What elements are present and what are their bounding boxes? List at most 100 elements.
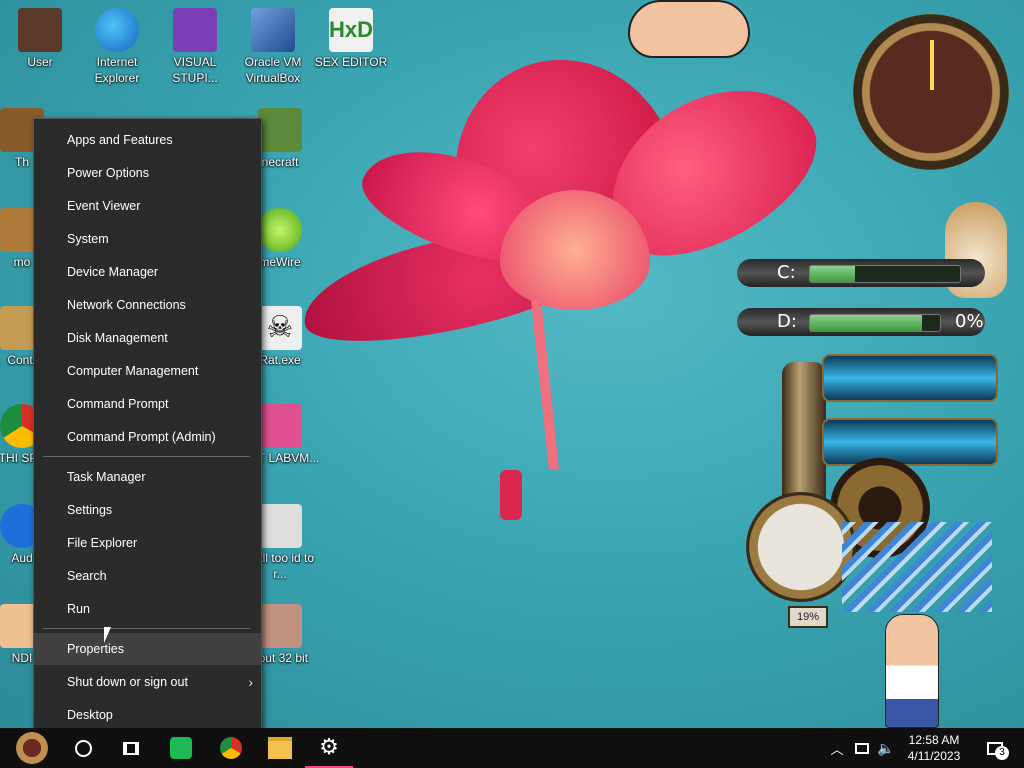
virtualbox-icon (251, 8, 295, 52)
search-circle-icon (74, 739, 92, 757)
minecraft-icon (258, 108, 302, 152)
desktop: User Internet Explorer VISUAL STUPI... O… (0, 0, 1024, 728)
chevron-right-icon: › (248, 674, 253, 690)
menu-item-label: Task Manager (67, 470, 146, 484)
menu-item-label: Search (67, 569, 107, 583)
volume-tray-button[interactable]: 🔈 (874, 728, 898, 768)
tubes (842, 522, 992, 612)
menu-item-label: File Explorer (67, 536, 138, 550)
clock-widget[interactable] (853, 14, 1009, 170)
drive-d-percent: 0% (955, 311, 984, 332)
menu-item-label: Power Options (67, 166, 149, 180)
hex-editor-icon: HxD (329, 8, 373, 52)
drive-c-gauge[interactable]: C: (737, 259, 985, 287)
taskbar-messages-app[interactable] (157, 728, 205, 768)
folder-icon (268, 737, 292, 759)
show-hidden-icons-button[interactable]: ︿ (826, 728, 848, 768)
menu-item-label: Command Prompt (Admin) (67, 430, 216, 444)
volume-muted-icon: 🔈 (877, 739, 895, 756)
drive-d-fill (810, 315, 922, 331)
painting-icon (258, 604, 302, 648)
menu-item-properties[interactable]: Properties (34, 633, 261, 665)
desktop-icon-user[interactable]: User (0, 8, 80, 70)
drive-c-bar (809, 265, 961, 283)
clock-hand-icon (930, 40, 934, 90)
menu-separator (43, 456, 250, 457)
taskbar-settings[interactable]: ⚙ (305, 728, 353, 768)
clock-tray-button[interactable]: 12:58 AM 4/11/2023 (898, 728, 970, 768)
pipe-middle (822, 418, 998, 466)
desktop-icon-internet-explorer[interactable]: Internet Explorer (77, 8, 157, 86)
desktop-icon-visual-studio[interactable]: VISUAL STUPI... (155, 8, 235, 86)
menu-item-task-manager[interactable]: Task Manager (34, 461, 261, 493)
pipes-widget[interactable]: 19% (746, 352, 998, 628)
menu-item-event-viewer[interactable]: Event Viewer (34, 190, 261, 222)
pressure-gauge (746, 492, 856, 602)
menu-separator (43, 628, 250, 629)
menu-item-label: Apps and Features (67, 133, 173, 147)
menu-item-label: Command Prompt (67, 397, 169, 411)
taskbar-file-explorer[interactable] (256, 728, 304, 768)
gear-icon: ⚙ (319, 734, 339, 759)
cartoon-man-widget[interactable] (885, 614, 939, 728)
menu-item-disk-management[interactable]: Disk Management (34, 322, 261, 354)
menu-item-label: Settings (67, 503, 113, 517)
drive-d-gauge[interactable]: D: 0% (737, 308, 985, 336)
menu-item-label: Desktop (67, 708, 113, 722)
drive-c-fill (810, 266, 855, 282)
chrome-icon (220, 737, 242, 759)
desktop-icon-virtualbox[interactable]: Oracle VM VirtualBox (233, 8, 313, 86)
search-button[interactable] (59, 728, 107, 768)
network-icon (855, 742, 869, 754)
menu-item-run[interactable]: Run (34, 593, 261, 625)
pipe-top (822, 354, 998, 402)
clock-date: 4/11/2023 (907, 749, 961, 763)
menu-item-power-options[interactable]: Power Options (34, 157, 261, 189)
menu-item-label: Event Viewer (67, 199, 141, 213)
taskbar: ⚙ ︿ 🔈 12:58 AM 4/11/2023 3 (0, 728, 1024, 768)
flower-wallpaper (293, 28, 841, 540)
menu-item-device-manager[interactable]: Device Manager (34, 256, 261, 288)
steampunk-start-icon (16, 732, 48, 764)
chevron-up-icon: ︿ (830, 741, 844, 757)
start-button[interactable] (8, 728, 56, 768)
gauge-readout: 19% (788, 606, 828, 628)
chat-icon (170, 737, 192, 759)
menu-item-search[interactable]: Search (34, 560, 261, 592)
menu-item-settings[interactable]: Settings (34, 494, 261, 526)
menu-item-shut-down-or-sign-out[interactable]: Shut down or sign out › (34, 666, 261, 698)
menu-item-label: Run (67, 602, 90, 616)
drive-d-bar (809, 314, 941, 332)
menu-item-file-explorer[interactable]: File Explorer (34, 527, 261, 559)
menu-item-command-prompt[interactable]: Command Prompt (34, 388, 261, 420)
menu-item-command-prompt-admin[interactable]: Command Prompt (Admin) (34, 421, 261, 453)
task-view-button[interactable] (107, 728, 155, 768)
menu-item-label: Device Manager (67, 265, 159, 279)
menu-item-label: Shut down or sign out (67, 675, 188, 689)
desktop-icon-sex-editor[interactable]: HxD SEX EDITOR (311, 8, 391, 70)
menu-item-desktop[interactable]: Desktop (34, 699, 261, 728)
edge-icon (95, 8, 139, 52)
menu-item-label: Disk Management (67, 331, 168, 345)
limewire-icon (258, 208, 302, 252)
taskbar-chrome[interactable] (207, 728, 255, 768)
network-tray-button[interactable] (850, 728, 874, 768)
cartoon-face-widget[interactable] (628, 0, 750, 58)
menu-item-system[interactable]: System (34, 223, 261, 255)
clock-time: 12:58 AM (908, 733, 960, 747)
user-folder-icon (18, 8, 62, 52)
computer-icon (258, 404, 302, 448)
menu-item-network-connections[interactable]: Network Connections (34, 289, 261, 321)
notification-count: 3 (995, 746, 1009, 760)
mouse-cursor-icon (104, 627, 111, 643)
menu-item-computer-management[interactable]: Computer Management (34, 355, 261, 387)
notifications-button[interactable]: 3 (978, 728, 1012, 768)
task-view-icon (123, 741, 139, 755)
menu-item-label: Properties (67, 642, 124, 656)
menu-item-apps-and-features[interactable]: Apps and Features (34, 124, 261, 156)
winx-context-menu: Apps and Features Power Options Event View… (33, 118, 262, 728)
portrait-icon (258, 504, 302, 548)
skull-icon: ☠ (258, 306, 302, 350)
drive-c-label: C: (777, 262, 796, 283)
drive-d-label: D: (777, 311, 797, 332)
